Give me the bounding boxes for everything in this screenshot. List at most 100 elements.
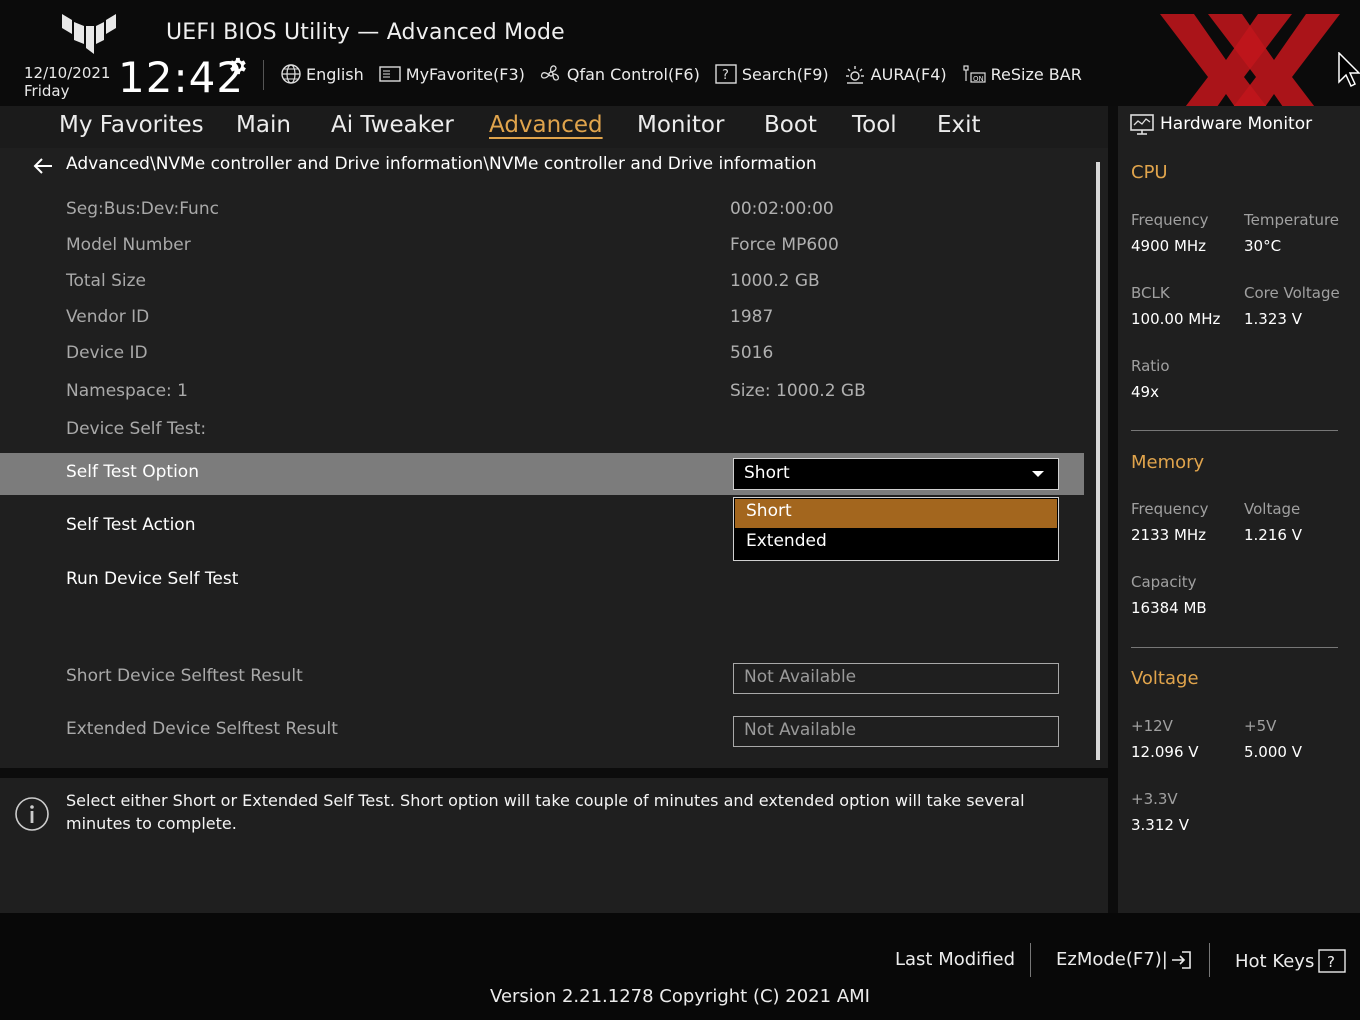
footer-bar: Last Modified EzMode(F7)| Hot Keys ? Ver… [0,913,1360,1020]
ratio-value: 49x [1131,383,1159,401]
dropdown-option-extended[interactable]: Extended [735,529,1057,558]
last-modified-button[interactable]: Last Modified [895,949,1015,970]
ezmode-label: EzMode(F7)| [1056,949,1168,970]
self-test-action-label[interactable]: Self Test Action [66,515,195,535]
svg-text:?: ? [722,68,729,83]
info-value-model: Force MP600 [730,235,839,255]
bclk-label: BCLK [1131,284,1170,302]
tab-tool[interactable]: Tool [852,112,897,138]
info-value-device-id: 5016 [730,343,774,363]
help-key-icon: ? [1318,949,1347,973]
memory-voltage-label: Voltage [1244,500,1301,518]
aura-button[interactable]: AURA(F4) [843,63,947,85]
exit-arrow-icon [1171,950,1191,969]
tab-ai-tweaker[interactable]: Ai Tweaker [331,112,454,138]
tab-monitor[interactable]: Monitor [637,112,724,138]
app-title: UEFI BIOS Utility — Advanced Mode [166,20,565,45]
globe-icon [281,64,301,84]
qfan-label: Qfan Control(F6) [566,64,700,84]
info-label-total-size: Total Size [66,271,147,291]
scrollbar[interactable] [1096,162,1100,760]
header-divider [263,60,264,90]
tuf-logo [62,14,116,54]
hot-keys-button[interactable]: Hot Keys ? [1235,949,1347,973]
header-bar: UEFI BIOS Utility — Advanced Mode 12/10/… [0,0,1360,106]
myfavorite-button[interactable]: MyFavorite(F3) [378,64,525,84]
run-device-self-test[interactable]: Run Device Self Test [66,569,238,589]
dropdown-option-short[interactable]: Short [735,499,1057,528]
cpu-temperature-value: 30°C [1244,237,1282,255]
self-test-option-label: Self Test Option [66,462,199,482]
breadcrumb: Advanced\NVMe controller and Drive infor… [66,154,817,174]
info-value-total-size: 1000.2 GB [730,271,820,291]
extended-result-field: Not Available [733,716,1059,747]
core-voltage-label: Core Voltage [1244,284,1340,302]
search-icon: ? [715,64,737,84]
tab-boot[interactable]: Boot [764,112,817,138]
info-value-vendor-id: 1987 [730,307,774,327]
cpu-section-title: CPU [1131,162,1168,183]
date-text: 12/10/2021 [24,64,111,82]
monitor-icon [1130,114,1154,135]
main-nav: My Favorites Main Ai Tweaker Advanced Mo… [0,106,1108,148]
info-icon [15,797,49,831]
hw-divider [1131,430,1338,431]
memory-frequency-label: Frequency [1131,500,1209,518]
info-label-device-id: Device ID [66,343,148,363]
gear-icon[interactable] [226,55,248,77]
resize-bar-label: ReSize BAR [990,64,1082,84]
help-panel: Select either Short or Extended Self Tes… [0,778,1108,913]
footer-divider [1209,943,1210,977]
memory-capacity-label: Capacity [1131,573,1197,591]
myfavorite-label: MyFavorite(F3) [405,64,525,84]
back-arrow-icon[interactable] [32,156,54,176]
tab-exit[interactable]: Exit [937,112,981,138]
hw-divider [1131,647,1338,648]
aura-label: AURA(F4) [870,64,947,84]
chevron-down-icon [1032,471,1044,477]
svg-text:ON: ON [973,75,984,83]
language-label: English [306,64,364,84]
self-test-option-select[interactable]: Short [733,458,1059,490]
mouse-cursor-icon [1338,52,1360,88]
hardware-monitor-title: Hardware Monitor [1160,114,1313,134]
extended-result-label: Extended Device Selftest Result [66,719,338,739]
hot-keys-label: Hot Keys [1235,950,1315,972]
settings-panel: Advanced\NVMe controller and Drive infor… [0,148,1108,768]
search-button[interactable]: ? Search(F9) [714,63,829,85]
help-text: Select either Short or Extended Self Tes… [66,791,1025,833]
fan-icon [540,65,559,81]
info-label-model: Model Number [66,235,191,255]
ezmode-button[interactable]: EzMode(F7)| [1056,949,1192,970]
toolbar: English MyFavorite(F3) Qfan Control(F6) … [280,62,1096,86]
qfan-button[interactable]: Qfan Control(F6) [539,62,700,86]
short-result-label: Short Device Selftest Result [66,666,303,686]
bclk-value: 100.00 MHz [1131,310,1221,328]
tab-my-favorites[interactable]: My Favorites [59,112,204,138]
info-label-namespace: Namespace: 1 [66,381,188,401]
info-label-vendor-id: Vendor ID [66,307,150,327]
v33-label: +3.3V [1131,790,1178,808]
self-test-option-dropdown: Short Extended [733,497,1059,561]
memory-frequency-value: 2133 MHz [1131,526,1207,544]
v33-value: 3.312 V [1131,816,1189,834]
language-button[interactable]: English [280,63,364,85]
v12-value: 12.096 V [1131,743,1199,761]
aura-icon [845,66,864,84]
memory-capacity-value: 16384 MB [1131,599,1207,617]
cpu-frequency-label: Frequency [1131,211,1209,229]
info-value-namespace: Size: 1000.2 GB [730,381,866,401]
ratio-label: Ratio [1131,357,1170,375]
favorite-icon [379,66,401,82]
svg-text:?: ? [1327,953,1335,971]
core-voltage-value: 1.323 V [1244,310,1302,328]
tab-main[interactable]: Main [236,112,291,138]
cpu-temperature-label: Temperature [1244,211,1340,229]
resize-bar-button[interactable]: ON ReSize BAR [961,63,1082,85]
resize-bar-icon: ON [963,65,986,83]
v5-label: +5V [1244,717,1277,735]
short-result-field: Not Available [733,663,1059,694]
hardware-monitor-panel: Hardware Monitor CPU Frequency 4900 MHz … [1118,106,1360,913]
tab-advanced[interactable]: Advanced [489,112,603,138]
cpu-frequency-value: 4900 MHz [1131,237,1207,255]
